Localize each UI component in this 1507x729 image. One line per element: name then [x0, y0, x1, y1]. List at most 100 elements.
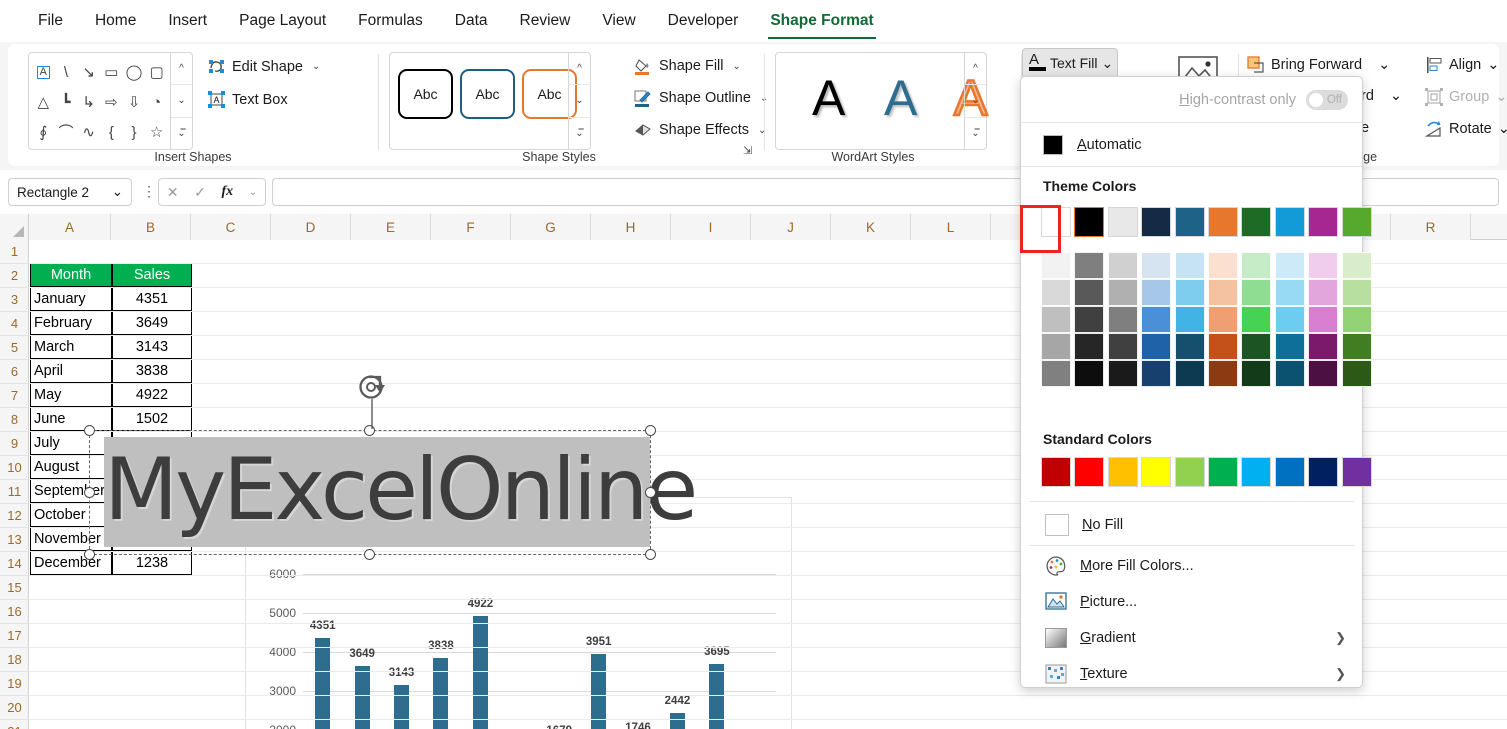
name-box[interactable]: Rectangle 2 ⌄: [8, 178, 132, 206]
theme-color-variant-swatch[interactable]: [1174, 333, 1205, 360]
bring-forward-button[interactable]: Bring Forward ⌄: [1247, 56, 1390, 74]
standard-color-swatch[interactable]: [1141, 457, 1172, 487]
theme-color-variant-swatch[interactable]: [1174, 306, 1205, 333]
table-cell-sales[interactable]: 2442: [112, 503, 192, 527]
column-header-H[interactable]: H: [591, 214, 671, 240]
text-box-button[interactable]: A Text Box: [208, 91, 288, 108]
gradient-item[interactable]: Gradient ❯: [1021, 620, 1362, 656]
column-header-R[interactable]: R: [1391, 214, 1471, 240]
theme-color-swatch[interactable]: [1341, 207, 1372, 237]
row-header-10[interactable]: 10: [0, 456, 29, 480]
standard-color-swatch[interactable]: [1208, 457, 1238, 487]
ribbon-tab-view[interactable]: View: [586, 1, 651, 41]
theme-color-variant-swatch[interactable]: [1208, 360, 1238, 387]
pie-shape-icon[interactable]: ◔: [152, 95, 161, 110]
row-header-2[interactable]: 2: [0, 264, 29, 288]
theme-color-variant-swatch[interactable]: [1308, 333, 1339, 360]
insert-function-icon[interactable]: fx: [221, 184, 233, 200]
left-brace-shape-icon[interactable]: {: [109, 125, 114, 140]
table-cell-month[interactable]: January: [30, 287, 112, 311]
shapes-gallery-scroll[interactable]: ^ ⌄ ⌄̅: [170, 53, 192, 149]
table-cell-sales[interactable]: 1238: [112, 551, 192, 575]
theme-color-variant-swatch[interactable]: [1341, 360, 1372, 387]
chart-bar[interactable]: [669, 712, 685, 729]
theme-color-variant-swatch[interactable]: [1208, 306, 1238, 333]
table-cell-month[interactable]: March: [30, 335, 112, 359]
theme-color-variant-swatch[interactable]: [1141, 252, 1172, 279]
elbow-connector-shape-icon[interactable]: ┗: [61, 95, 70, 110]
theme-color-variant-swatch[interactable]: [1074, 279, 1105, 306]
table-header-sales[interactable]: Sales: [112, 263, 192, 287]
theme-color-variant-swatch[interactable]: [1341, 333, 1372, 360]
column-header-A[interactable]: A: [29, 214, 111, 240]
theme-color-variant-swatch[interactable]: [1308, 360, 1339, 387]
table-cell-sales[interactable]: 4922: [112, 383, 192, 407]
column-header-F[interactable]: F: [431, 214, 511, 240]
table-cell-month[interactable]: April: [30, 359, 112, 383]
gallery-more-icon[interactable]: ⌄̅: [965, 118, 986, 149]
confirm-icon[interactable]: ✓: [194, 184, 206, 201]
theme-color-variant-swatch[interactable]: [1274, 252, 1305, 279]
theme-color-variant-swatch[interactable]: [1274, 279, 1305, 306]
rectangle-shape-icon[interactable]: ▭: [104, 65, 118, 80]
theme-color-swatch[interactable]: [1141, 207, 1172, 237]
align-button[interactable]: Align ⌄: [1425, 56, 1499, 74]
resize-handle-middle-left[interactable]: [84, 487, 95, 498]
theme-color-variant-swatch[interactable]: [1074, 333, 1105, 360]
shape-outline-button[interactable]: Shape Outline ⌄: [634, 89, 768, 107]
table-cell-sales[interactable]: 3649: [112, 311, 192, 335]
standard-color-swatch[interactable]: [1107, 457, 1138, 487]
table-cell-month[interactable]: September: [30, 479, 112, 503]
text-fill-dropdown-panel[interactable]: High-contrast only Off Automatic Theme C…: [1020, 76, 1372, 688]
gallery-up-icon[interactable]: ^: [171, 53, 192, 86]
theme-color-variant-swatch[interactable]: [1074, 360, 1105, 387]
ribbon-tab-formulas[interactable]: Formulas: [342, 1, 439, 41]
row-header-19[interactable]: 19: [0, 672, 29, 696]
theme-color-variant-swatch[interactable]: [1041, 306, 1071, 333]
row-header-1[interactable]: 1: [0, 240, 29, 264]
theme-color-variant-swatch[interactable]: [1208, 279, 1238, 306]
theme-color-swatch[interactable]: [1308, 207, 1339, 237]
high-contrast-row[interactable]: High-contrast only Off: [1021, 77, 1362, 123]
column-header-J[interactable]: J: [751, 214, 831, 240]
table-cell-sales[interactable]: 3951: [112, 455, 192, 479]
standard-color-swatch[interactable]: [1274, 457, 1305, 487]
select-all-corner[interactable]: [0, 214, 29, 240]
shape-effects-button[interactable]: Shape Effects ⌄: [634, 121, 766, 139]
theme-color-variant-swatch[interactable]: [1174, 360, 1205, 387]
row-header-18[interactable]: 18: [0, 648, 29, 672]
table-header-month[interactable]: Month: [30, 263, 112, 287]
standard-color-swatch[interactable]: [1341, 457, 1372, 487]
star-shape-icon[interactable]: ☆: [150, 125, 163, 140]
theme-color-variant-swatch[interactable]: [1174, 252, 1205, 279]
theme-color-variant-swatch[interactable]: [1241, 333, 1272, 360]
theme-color-variant-swatch[interactable]: [1107, 360, 1138, 387]
row-header-3[interactable]: 3: [0, 288, 29, 312]
theme-color-variant-swatch[interactable]: [1274, 333, 1305, 360]
chart-bar[interactable]: [394, 685, 410, 729]
standard-color-swatch[interactable]: [1241, 457, 1272, 487]
theme-color-swatch[interactable]: [1208, 207, 1238, 237]
theme-color-variant-swatch[interactable]: [1107, 306, 1138, 333]
theme-color-variant-swatch[interactable]: [1341, 279, 1372, 306]
no-fill-item[interactable]: No Fill: [1021, 507, 1362, 543]
rounded-rectangle-shape-icon[interactable]: ▢: [150, 65, 164, 80]
shape-styles-gallery[interactable]: Abc Abc Abc ^ ⌄ ⌄̅: [389, 52, 591, 150]
gallery-up-icon[interactable]: ^: [569, 53, 590, 86]
column-header-I[interactable]: I: [671, 214, 751, 240]
wordart-gallery[interactable]: A A A ^ ⌄ ⌄̅: [775, 52, 989, 150]
ribbon-tab-file[interactable]: File: [22, 1, 79, 41]
theme-color-variant-swatch[interactable]: [1141, 306, 1172, 333]
shape-styles-dialog-launcher[interactable]: ⇲: [743, 144, 752, 157]
texture-item[interactable]: Texture ❯: [1021, 656, 1362, 692]
right-arrow-shape-icon[interactable]: ⇨: [105, 95, 118, 110]
gallery-more-icon[interactable]: ⌄̅: [171, 118, 192, 149]
theme-color-variant-swatch[interactable]: [1208, 333, 1238, 360]
row-header-16[interactable]: 16: [0, 600, 29, 624]
oval-shape-icon[interactable]: ◯: [126, 65, 143, 80]
picture-item[interactable]: Picture...: [1021, 584, 1362, 620]
table-cell-sales[interactable]: 4351: [112, 287, 192, 311]
theme-color-variant-swatch[interactable]: [1107, 333, 1138, 360]
ribbon-tab-data[interactable]: Data: [439, 1, 504, 41]
theme-color-swatch[interactable]: [1174, 207, 1205, 237]
